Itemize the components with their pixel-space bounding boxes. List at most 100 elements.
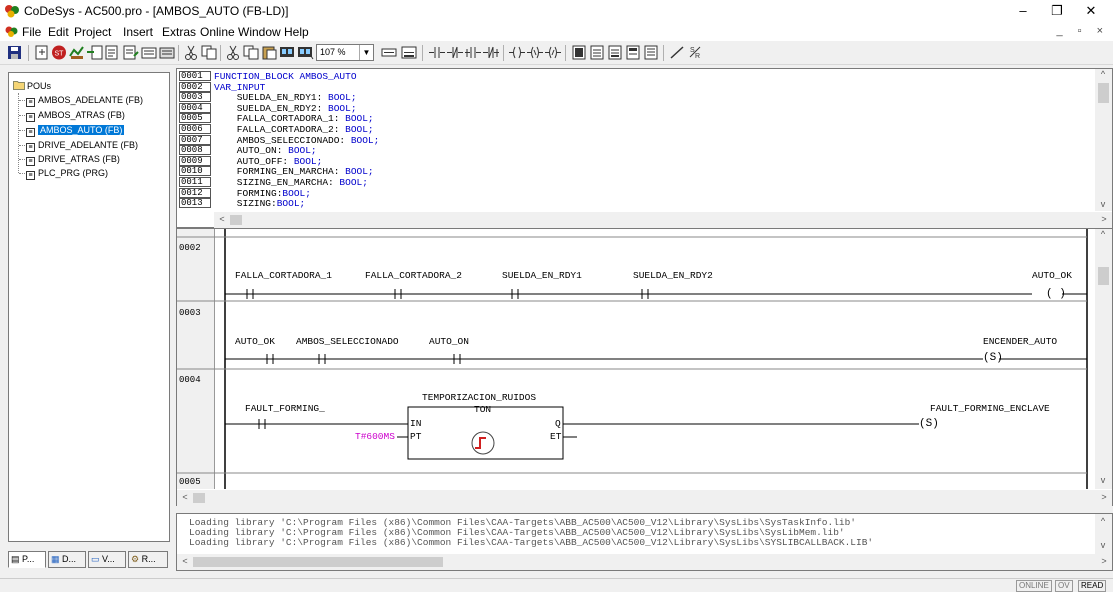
tree-item-drive-adelante[interactable]: ≡ DRIVE_ADELANTE (FB) bbox=[26, 139, 138, 152]
code-line[interactable]: FALLA_CORTADORA_2: BOOL; bbox=[214, 125, 374, 135]
menu-window[interactable]: Window bbox=[238, 25, 281, 39]
paste-icon[interactable] bbox=[260, 44, 278, 61]
ladder-horizontal-scrollbar[interactable]: < > bbox=[177, 490, 1112, 506]
save-icon[interactable] bbox=[6, 44, 24, 61]
code-line[interactable]: VAR_INPUT bbox=[214, 82, 265, 93]
close-button[interactable]: ✕ bbox=[1074, 0, 1108, 22]
code-line[interactable]: FORMING:BOOL; bbox=[214, 188, 311, 199]
document-icon[interactable] bbox=[4, 25, 20, 38]
box-en-icon[interactable] bbox=[588, 44, 606, 61]
cut-icon[interactable] bbox=[182, 44, 200, 61]
scroll-thumb[interactable] bbox=[1098, 267, 1109, 285]
line-icon[interactable] bbox=[668, 44, 686, 61]
scroll-down-icon[interactable]: v bbox=[1095, 475, 1111, 485]
scroll-down-icon[interactable]: v bbox=[1095, 199, 1111, 209]
code-line[interactable]: FALLA_CORTADORA_1: BOOL; bbox=[214, 114, 374, 124]
code-line[interactable]: FORMING_EN_MARCHA: BOOL; bbox=[214, 167, 374, 177]
copy-icon[interactable] bbox=[200, 44, 218, 61]
scroll-thumb[interactable] bbox=[230, 215, 242, 225]
code-line[interactable]: AUTO_OFF: BOOL; bbox=[214, 156, 323, 167]
reset-coil-icon[interactable] bbox=[544, 44, 562, 61]
coil-icon[interactable] bbox=[508, 44, 526, 61]
pt-constant[interactable]: T#600MS bbox=[355, 431, 395, 442]
code-line[interactable]: FUNCTION_BLOCK AMBOS_AUTO bbox=[214, 72, 357, 82]
set-reset-icon[interactable]: SR bbox=[686, 44, 704, 61]
tree-item-plc-prg[interactable]: ≡ PLC_PRG (PRG) bbox=[26, 167, 108, 180]
single-cycle-icon[interactable] bbox=[122, 44, 140, 61]
box-icon[interactable] bbox=[570, 44, 588, 61]
scroll-left-icon[interactable]: < bbox=[177, 556, 193, 566]
mdi-controls[interactable]: _ ▫ × bbox=[1056, 25, 1109, 37]
tree-item-ambos-atras[interactable]: ≡ AMBOS_ATRAS (FB) bbox=[26, 109, 125, 122]
message-vertical-scrollbar[interactable]: ^ v bbox=[1095, 514, 1112, 554]
scroll-up-icon[interactable]: ^ bbox=[1095, 229, 1111, 239]
tree-item-drive-atras[interactable]: ≡ DRIVE_ATRAS (FB) bbox=[26, 153, 120, 166]
contact-icon[interactable] bbox=[428, 44, 446, 61]
scroll-thumb[interactable] bbox=[193, 493, 205, 503]
negated-contact-icon[interactable] bbox=[446, 44, 464, 61]
menu-online[interactable]: Online bbox=[200, 25, 235, 39]
tab-resources[interactable]: ⚙ R... bbox=[128, 551, 168, 568]
declaration-editor[interactable]: 0001 FUNCTION_BLOCK AMBOS_AUTO 0002 VAR_INP… bbox=[176, 68, 1113, 228]
coil-symbol[interactable]: (S) bbox=[919, 418, 939, 430]
declaration-vertical-scrollbar[interactable]: ^ v bbox=[1095, 69, 1112, 211]
tree-item-ambos-auto[interactable]: ≡ AMBOS_AUTO (FB) bbox=[26, 124, 125, 137]
set-coil-icon[interactable] bbox=[526, 44, 544, 61]
parallel-contact-icon[interactable] bbox=[464, 44, 482, 61]
cut2-icon[interactable] bbox=[224, 44, 242, 61]
menu-help[interactable]: Help bbox=[284, 25, 309, 39]
minimize-button[interactable]: – bbox=[1006, 0, 1040, 22]
coil-symbol[interactable]: ( ) bbox=[1046, 288, 1066, 300]
menu-insert[interactable]: Insert bbox=[123, 25, 153, 39]
tree-item-ambos-adelante[interactable]: ≡ AMBOS_ADELANTE (FB) bbox=[26, 94, 143, 107]
scroll-thumb[interactable] bbox=[193, 557, 443, 567]
message-horizontal-scrollbar[interactable]: < > bbox=[177, 554, 1112, 570]
scroll-thumb[interactable] bbox=[1098, 83, 1109, 103]
ladder-vertical-scrollbar[interactable]: ^ v bbox=[1095, 229, 1112, 489]
jump-icon[interactable] bbox=[606, 44, 624, 61]
step-in-icon[interactable] bbox=[86, 44, 104, 61]
copy2-icon[interactable] bbox=[242, 44, 260, 61]
scroll-right-icon[interactable]: > bbox=[1096, 556, 1112, 566]
scroll-up-icon[interactable]: ^ bbox=[1095, 69, 1111, 79]
parallel-negated-icon[interactable] bbox=[482, 44, 500, 61]
scroll-down-icon[interactable]: v bbox=[1095, 540, 1111, 550]
code-line[interactable]: SUELDA_EN_RDY2: BOOL; bbox=[214, 103, 357, 114]
code-line[interactable]: SIZING_EN_MARCHA: BOOL; bbox=[214, 178, 368, 188]
find-icon[interactable] bbox=[278, 44, 296, 61]
menu-extras[interactable]: Extras bbox=[162, 25, 196, 39]
step-over-icon[interactable] bbox=[104, 44, 122, 61]
scroll-left-icon[interactable]: < bbox=[177, 492, 193, 502]
declaration-horizontal-scrollbar[interactable]: < > bbox=[214, 212, 1112, 228]
menu-project[interactable]: Project bbox=[74, 25, 111, 39]
tree-root-pous[interactable]: POUs bbox=[13, 80, 51, 92]
code-line[interactable]: SIZING:BOOL; bbox=[214, 199, 305, 209]
zoom-select[interactable]: 107 % ▼ bbox=[316, 44, 374, 61]
chevron-down-icon[interactable]: ▼ bbox=[359, 45, 373, 60]
menu-edit[interactable]: Edit bbox=[48, 25, 69, 39]
write-values-icon[interactable] bbox=[140, 44, 158, 61]
scroll-left-icon[interactable]: < bbox=[214, 214, 230, 224]
ladder-editor[interactable]: 0002 0003 0004 0005 FALLA_CORTADORA_1 FA… bbox=[176, 228, 1113, 506]
scroll-right-icon[interactable]: > bbox=[1096, 214, 1112, 224]
tab-visualizations[interactable]: ▭ V... bbox=[88, 551, 126, 568]
restore-button[interactable]: ❐ bbox=[1040, 0, 1074, 22]
scroll-right-icon[interactable]: > bbox=[1096, 492, 1112, 502]
code-line[interactable]: SUELDA_EN_RDY1: BOOL; bbox=[214, 93, 357, 103]
return-icon[interactable] bbox=[624, 44, 642, 61]
code-line[interactable]: AUTO_ON: BOOL; bbox=[214, 146, 317, 156]
run-icon[interactable] bbox=[68, 44, 86, 61]
coil-symbol[interactable]: (S) bbox=[983, 352, 1003, 364]
message-window[interactable]: Loading library 'C:\Program Files (x86)\… bbox=[176, 513, 1113, 571]
find-next-icon[interactable] bbox=[296, 44, 314, 61]
code-line[interactable]: AMBOS_SELECCIONADO: BOOL; bbox=[214, 135, 380, 146]
force-values-icon[interactable] bbox=[158, 44, 176, 61]
stop-icon[interactable]: ST bbox=[50, 44, 68, 61]
scroll-up-icon[interactable]: ^ bbox=[1095, 516, 1111, 526]
login-icon[interactable] bbox=[33, 44, 51, 61]
tab-pous[interactable]: ▤ P... bbox=[8, 551, 46, 568]
network-after-icon[interactable] bbox=[400, 44, 418, 61]
tab-data-types[interactable]: ▦ D... bbox=[48, 551, 86, 568]
box-parallel-icon[interactable] bbox=[642, 44, 660, 61]
menu-file[interactable]: File bbox=[22, 25, 41, 39]
